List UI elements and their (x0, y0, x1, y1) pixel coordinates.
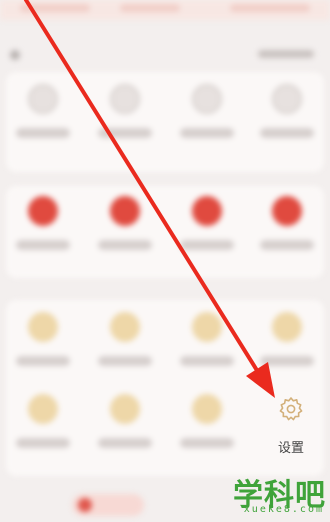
tool-icon (272, 84, 302, 114)
settings-item[interactable]: 设置 (268, 393, 314, 463)
service-label (260, 240, 314, 250)
more-item[interactable] (94, 312, 156, 382)
tool-icon (28, 84, 58, 114)
service-item[interactable] (12, 196, 74, 266)
pill-dot-icon (78, 498, 92, 512)
more-icon (28, 394, 58, 424)
tool-label (98, 128, 152, 138)
more-icon (110, 394, 140, 424)
more-item[interactable] (12, 394, 74, 464)
more-icon (28, 312, 58, 342)
gear-icon (279, 397, 303, 421)
more-icon (192, 394, 222, 424)
tool-item[interactable] (12, 84, 74, 154)
service-label (98, 240, 152, 250)
tool-label (16, 128, 70, 138)
tool-label (180, 128, 234, 138)
service-icon (192, 196, 222, 226)
banner-seg (120, 4, 180, 12)
service-icon (110, 196, 140, 226)
more-item[interactable] (256, 312, 318, 382)
service-icon (28, 196, 58, 226)
section-header (10, 44, 320, 64)
more-icon (272, 312, 302, 342)
more-label (16, 356, 70, 366)
more-label (180, 438, 234, 448)
more-label (16, 438, 70, 448)
more-item[interactable] (176, 312, 238, 382)
service-label (16, 240, 70, 250)
more-label (180, 356, 234, 366)
settings-label: 设置 (277, 441, 304, 456)
banner-seg (20, 4, 90, 12)
service-icon (272, 196, 302, 226)
service-label (180, 240, 234, 250)
tool-item[interactable] (256, 84, 318, 154)
tool-item[interactable] (176, 84, 238, 154)
more-label (98, 356, 152, 366)
tool-label (260, 128, 314, 138)
top-banner (0, 0, 330, 20)
service-item[interactable] (256, 196, 318, 266)
tools-card (6, 72, 324, 172)
more-icon (110, 312, 140, 342)
more-item[interactable] (94, 394, 156, 464)
section-header-link[interactable] (258, 50, 314, 58)
more-item[interactable] (12, 312, 74, 382)
bottom-pill-button[interactable] (72, 494, 144, 516)
more-icon (192, 312, 222, 342)
banner-seg (230, 4, 310, 12)
services-card (6, 186, 324, 278)
more-item[interactable] (176, 394, 238, 464)
service-item[interactable] (176, 196, 238, 266)
service-item[interactable] (94, 196, 156, 266)
tool-icon (192, 84, 222, 114)
more-label (260, 356, 314, 366)
tool-item[interactable] (94, 84, 156, 154)
more-label (98, 438, 152, 448)
tool-icon (110, 84, 140, 114)
section-header-icon (10, 50, 20, 60)
